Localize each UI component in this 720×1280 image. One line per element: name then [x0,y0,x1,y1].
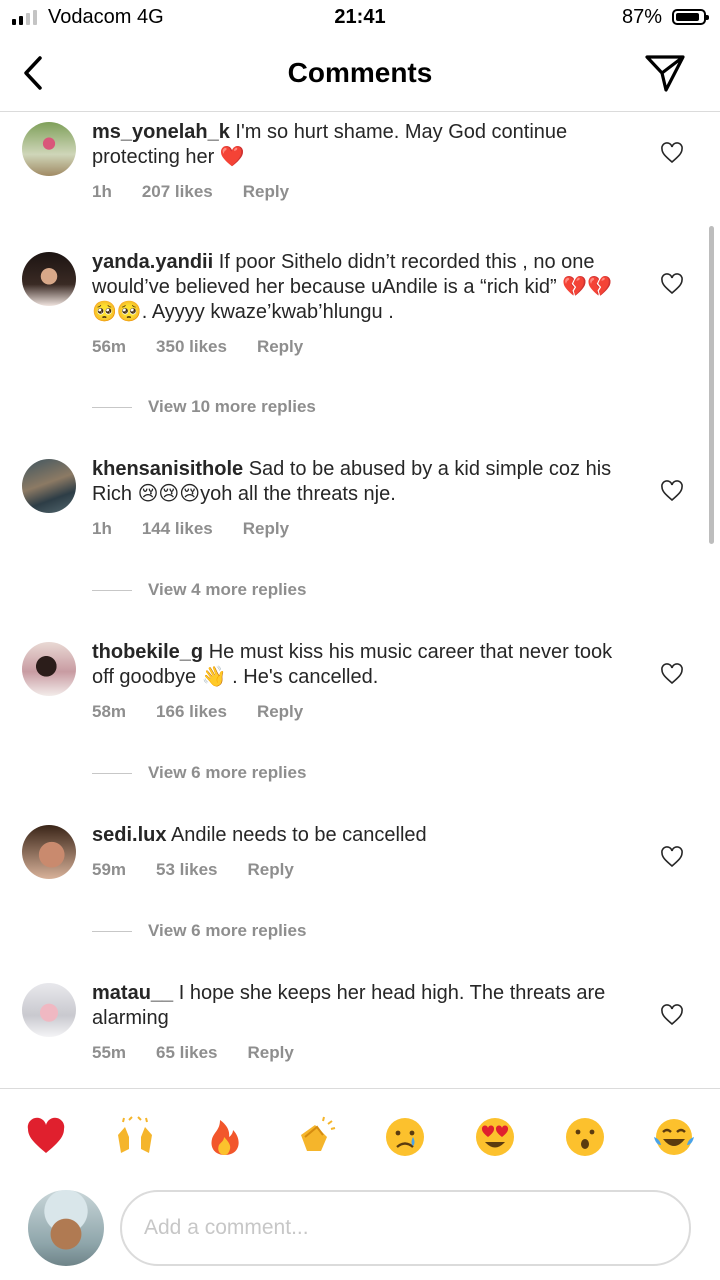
comment-text: Andile needs to be cancelled [166,824,427,846]
comment-age: 58m [92,702,127,721]
comment-likes-count[interactable]: 166 likes [156,702,227,722]
clapping-hands-emoji-icon[interactable] [293,1115,337,1159]
battery-percentage: 87% [621,6,662,28]
red-heart-emoji-icon[interactable] [24,1115,68,1159]
replies-divider-line [92,406,132,408]
comment-likes-count[interactable]: 65 likes [156,1043,217,1063]
like-heart-icon[interactable] [660,846,684,868]
comment-item: yanda.yandii If poor Sithelo didn’t reco… [0,240,720,430]
comment-username[interactable]: matau__ [92,982,173,1004]
view-more-replies-label: View 10 more replies [148,397,316,416]
comment-likes-count[interactable]: 350 likes [156,337,227,357]
comment-item: thobekile_g He must kiss his music caree… [0,630,720,790]
avatar[interactable] [22,252,76,306]
comment-likes-count[interactable]: 144 likes [142,519,213,539]
replies-divider-line [92,930,132,932]
view-more-replies-button[interactable]: View 10 more replies [92,397,316,417]
comment-username[interactable]: ms_yonelah_k [92,121,230,143]
raising-hands-emoji-icon[interactable] [113,1115,157,1159]
comment-item: sedi.lux Andile needs to be cancelled 59… [0,813,720,948]
scrollbar[interactable] [709,226,714,544]
comment-age: 55m [92,1043,127,1062]
reply-button[interactable]: Reply [243,519,289,539]
comment-likes-count[interactable]: 53 likes [156,860,217,880]
comment-age: 56m [92,337,127,356]
fire-emoji-icon[interactable] [203,1115,247,1159]
status-bar: Vodacom 4G 21:41 87% [0,0,720,36]
view-more-replies-label: View 6 more replies [148,763,307,782]
comment-age: 1h [92,182,112,201]
avatar[interactable] [22,825,76,879]
avatar[interactable] [22,983,76,1037]
reply-button[interactable]: Reply [257,337,303,357]
add-comment-input[interactable] [120,1190,691,1266]
reply-button[interactable]: Reply [247,860,293,880]
avatar[interactable] [22,459,76,513]
view-more-replies-button[interactable]: View 6 more replies [92,763,306,783]
like-heart-icon[interactable] [660,273,684,295]
view-more-replies-label: View 6 more replies [148,921,307,940]
comment-item: matau__ I hope she keeps her head high. … [0,971,720,1081]
like-heart-icon[interactable] [660,1004,684,1026]
battery-icon [672,9,709,25]
like-heart-icon[interactable] [660,663,684,685]
crying-face-emoji-icon[interactable] [383,1115,427,1159]
comment-likes-count[interactable]: 207 likes [142,182,213,202]
reply-button[interactable]: Reply [257,702,303,722]
comment-username[interactable]: khensanisithole [92,458,243,480]
clock: 21:41 [334,6,386,28]
replies-divider-line [92,772,132,774]
comment-username[interactable]: thobekile_g [92,641,203,663]
like-heart-icon[interactable] [660,142,684,164]
replies-divider-line [92,589,132,591]
comment-item: khensanisithole Sad to be abused by a ki… [0,447,720,607]
reply-button[interactable]: Reply [247,1043,293,1063]
direct-message-send-icon[interactable] [644,53,686,93]
comment-item: ms_yonelah_k I'm so hurt shame. May God … [0,112,720,222]
tears-of-joy-emoji-icon[interactable] [652,1115,696,1159]
comment-username[interactable]: yanda.yandii [92,251,213,273]
view-more-replies-button[interactable]: View 4 more replies [92,580,306,600]
page-title: Comments [287,57,433,88]
reply-button[interactable]: Reply [243,182,289,202]
heart-eyes-emoji-icon[interactable] [473,1115,517,1159]
surprised-face-emoji-icon[interactable] [563,1115,607,1159]
comment-age: 1h [92,519,112,538]
comment-age: 59m [92,860,127,879]
current-user-avatar [28,1190,104,1266]
view-more-replies-label: View 4 more replies [148,580,307,599]
avatar[interactable] [22,122,76,176]
view-more-replies-button[interactable]: View 6 more replies [92,921,306,941]
avatar[interactable] [22,642,76,696]
header: Comments [0,36,720,112]
comment-username[interactable]: sedi.lux [92,824,166,846]
like-heart-icon[interactable] [660,480,684,502]
emoji-reaction-bar [0,1088,720,1179]
